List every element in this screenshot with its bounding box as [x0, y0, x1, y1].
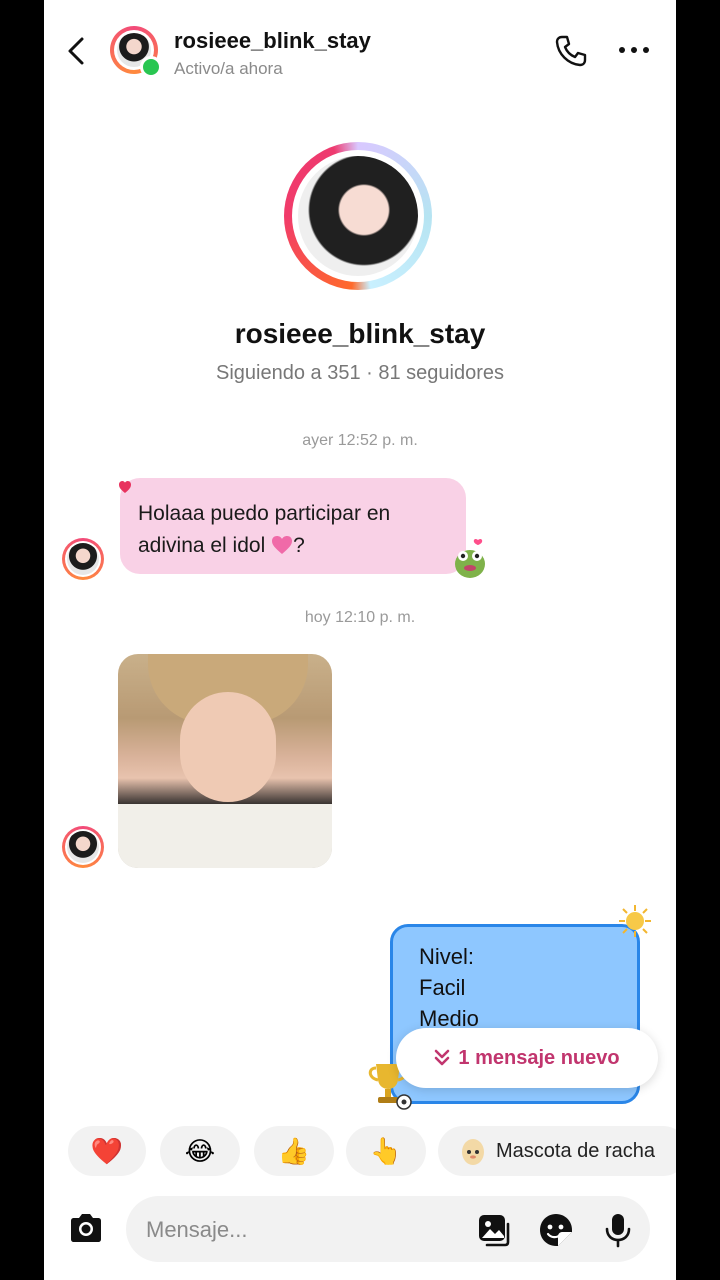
egg-pet-icon [462, 1139, 484, 1165]
laughing-emoji-icon: 😂 [184, 1135, 216, 1166]
frog-sticker-icon [455, 538, 485, 578]
sender-avatar[interactable] [62, 538, 104, 580]
profile-username: rosieee_blink_stay [234, 318, 486, 349]
message-timestamp: hoy 12:10 p. m. [304, 609, 416, 626]
online-indicator [140, 56, 162, 78]
profile-stats: Siguiendo a 351 · 81 seguidores [216, 362, 504, 384]
streak-pet-label: Mascota de racha [496, 1139, 655, 1162]
shared-photo[interactable] [118, 654, 332, 868]
sticker-icon[interactable] [538, 1212, 574, 1248]
active-status: Activo/a ahora [174, 59, 283, 78]
quick-reaction-thumbs-up[interactable]: 👍 [254, 1126, 334, 1176]
chat-screen: rosieee_blink_stay Activo/a ahora rosiee… [44, 0, 676, 1280]
back-arrow-icon[interactable] [62, 34, 92, 68]
header-username[interactable]: rosieee_blink_stay [174, 28, 371, 54]
message-text: ? [293, 534, 305, 557]
incoming-message-bubble[interactable]: Holaaa puedo participar en adivina el id… [120, 478, 466, 574]
quick-reaction-laugh[interactable]: 😂 [160, 1126, 240, 1176]
new-message-indicator[interactable]: 1 mensaje nuevo [396, 1028, 658, 1088]
message-text-line: Facil [419, 975, 466, 1000]
sender-avatar[interactable] [62, 826, 104, 868]
double-chevron-down-icon [435, 1049, 450, 1066]
chat-header: rosieee_blink_stay Activo/a ahora [44, 0, 676, 100]
phone-call-icon[interactable] [554, 34, 588, 68]
sun-sticker-icon [619, 905, 651, 937]
camera-icon[interactable] [68, 1212, 104, 1244]
profile-picture[interactable] [284, 142, 432, 290]
quick-reaction-point-up[interactable]: 👆 [346, 1126, 426, 1176]
new-message-label: 1 mensaje nuevo [458, 1046, 620, 1069]
more-options-icon[interactable] [616, 40, 652, 60]
microphone-icon[interactable] [600, 1212, 636, 1248]
message-text-line: adivina el idol ? [138, 530, 448, 562]
message-timestamp: ayer 12:52 p. m. [302, 432, 418, 449]
gallery-icon[interactable] [476, 1212, 512, 1248]
message-text: adivina el idol [138, 534, 272, 557]
streak-pet-chip[interactable]: Mascota de racha [438, 1126, 676, 1176]
message-text-line: Holaaa puedo participar en [138, 502, 391, 525]
heart-reaction-icon [119, 481, 131, 493]
thumbs-up-emoji-icon: 👍 [277, 1135, 311, 1166]
pink-heart-emoji-icon [272, 536, 293, 554]
message-text-line: Nivel: [419, 944, 475, 969]
heart-emoji-icon: ❤️ [90, 1135, 124, 1166]
point-up-emoji-icon: 👆 [369, 1135, 403, 1166]
quick-reaction-heart[interactable]: ❤️ [68, 1126, 146, 1176]
message-input[interactable] [144, 1209, 448, 1251]
